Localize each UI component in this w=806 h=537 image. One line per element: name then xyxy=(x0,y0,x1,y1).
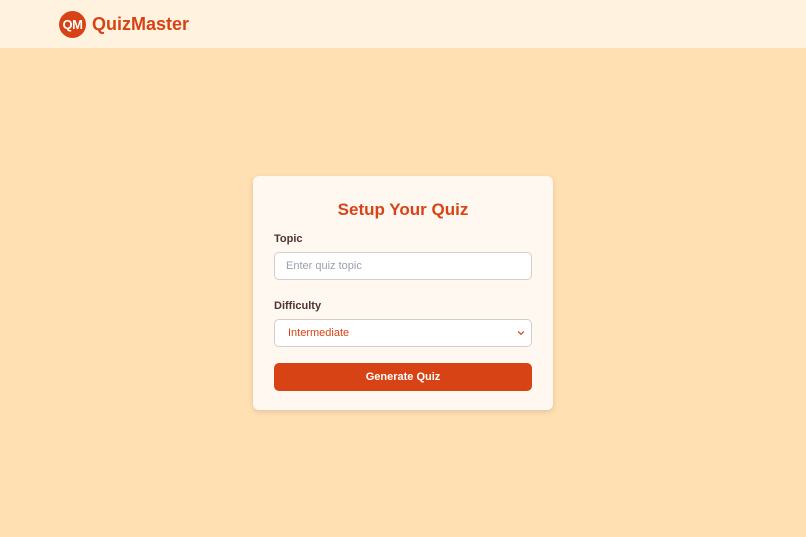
top-header: QM QuizMaster xyxy=(0,0,806,48)
topic-label: Topic xyxy=(274,233,303,245)
brand-name[interactable]: QuizMaster xyxy=(92,14,189,35)
chevron-down-icon xyxy=(517,331,525,335)
logo-icon[interactable]: QM xyxy=(59,10,86,38)
topic-input[interactable] xyxy=(274,252,532,280)
difficulty-select[interactable]: Intermediate xyxy=(274,319,532,347)
quiz-setup-card: Setup Your Quiz Topic Difficulty Interme… xyxy=(253,176,553,410)
difficulty-label: Difficulty xyxy=(274,300,322,312)
difficulty-selected-value: Intermediate xyxy=(288,327,350,339)
card-title: Setup Your Quiz xyxy=(337,200,469,219)
generate-quiz-button[interactable]: Generate Quiz xyxy=(274,363,532,391)
